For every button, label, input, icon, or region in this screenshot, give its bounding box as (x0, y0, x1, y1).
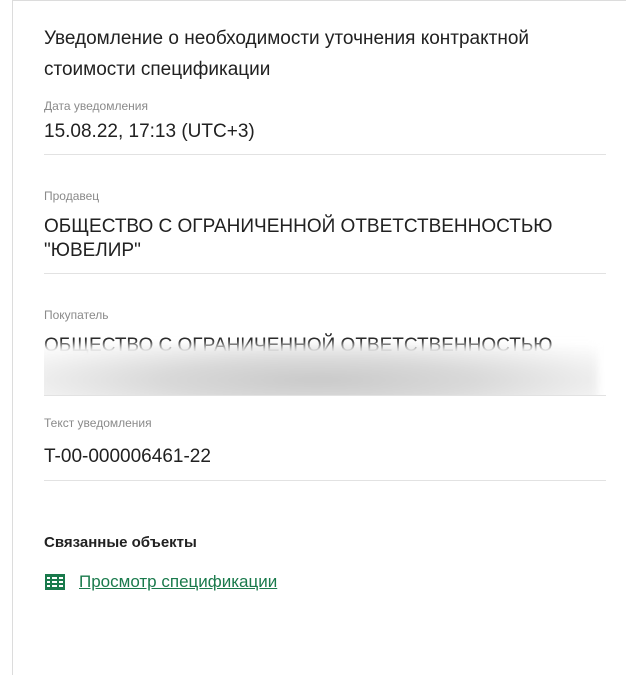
notice-content: Уведомление о необходимости уточнения ко… (44, 23, 606, 592)
notice-panel: Уведомление о необходимости уточнения ко… (12, 0, 626, 675)
field-seller: Продавец ОБЩЕСТВО С ОГРАНИЧЕННОЙ ОТВЕТСТ… (44, 188, 606, 274)
buyer-label: Покупатель (44, 308, 109, 322)
notice-text-label: Текст уведомления (44, 416, 152, 430)
redaction-blur (44, 345, 598, 395)
seller-value: ОБЩЕСТВО С ОГРАНИЧЕННОЙ ОТВЕТСТВЕННОСТЬЮ… (44, 216, 553, 261)
seller-label: Продавец (44, 189, 100, 203)
notice-date-value: 15.08.22, 17:13 (UTC+3) (44, 121, 255, 142)
field-notice-text: Текст уведомления T-00-000006461-22 (44, 415, 606, 481)
field-buyer: Покупатель ОБЩЕСТВО С ОГРАНИЧЕННОЙ ОТВЕТ… (44, 307, 606, 396)
related-link-row[interactable]: Просмотр спецификации (44, 572, 606, 592)
table-icon (44, 572, 66, 592)
notice-title: Уведомление о необходимости уточнения ко… (44, 28, 530, 80)
notice-text-value: T-00-000006461-22 (44, 446, 211, 467)
notice-date-label: Дата уведомления (44, 99, 148, 113)
related-objects-title: Связанные объекты (44, 534, 197, 551)
view-specification-link[interactable]: Просмотр спецификации (79, 572, 277, 592)
field-notice-date: Дата уведомления 15.08.22, 17:13 (UTC+3) (44, 98, 606, 155)
